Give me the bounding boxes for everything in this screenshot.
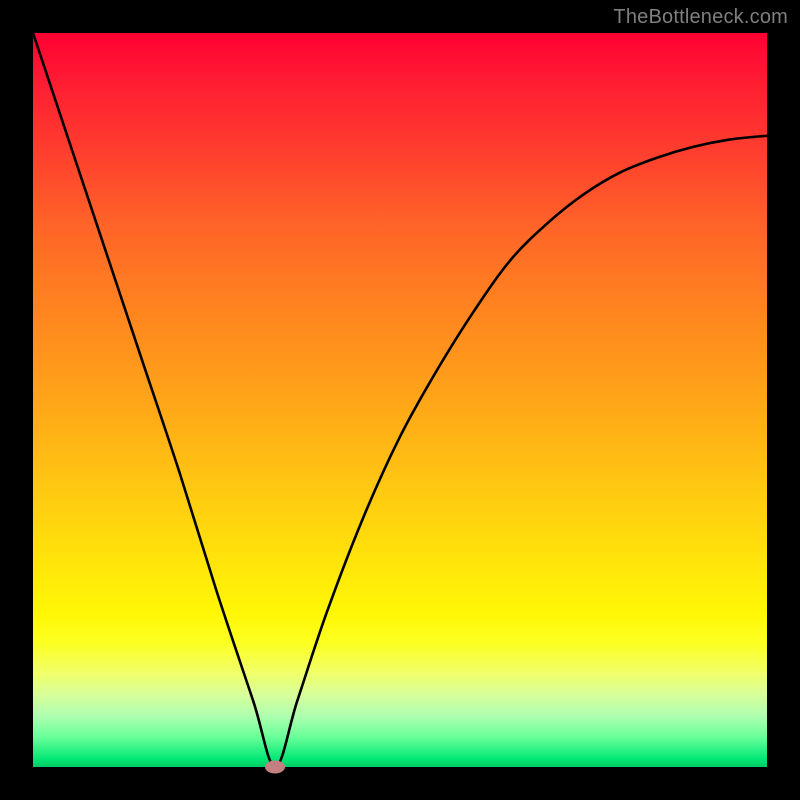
chart-frame: TheBottleneck.com [0,0,800,800]
plot-area [33,33,767,767]
notch-marker [265,761,285,774]
watermark-text: TheBottleneck.com [613,6,788,29]
bottleneck-curve [33,33,767,767]
